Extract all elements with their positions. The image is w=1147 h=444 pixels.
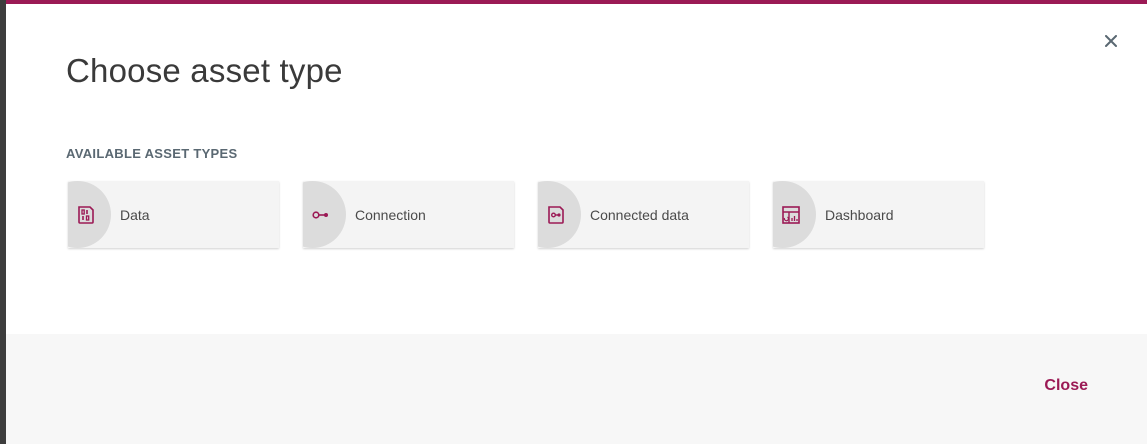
choose-asset-dialog: Choose asset type AVAILABLE ASSET TYPES … bbox=[6, 0, 1147, 444]
dialog-accent-bar bbox=[6, 0, 1147, 4]
connected-data-icon bbox=[545, 204, 566, 225]
dialog-title: Choose asset type bbox=[66, 52, 343, 89]
asset-tile-connection[interactable]: Connection bbox=[303, 181, 514, 248]
close-icon[interactable] bbox=[1101, 31, 1121, 51]
data-icon bbox=[75, 204, 96, 225]
asset-tile-dashboard[interactable]: Dashboard bbox=[773, 181, 984, 248]
asset-tile-label: Connected data bbox=[590, 207, 689, 223]
asset-tile-label: Connection bbox=[355, 207, 426, 223]
asset-type-list: Data Connection Connected data Dashboard bbox=[68, 181, 984, 248]
connection-icon bbox=[310, 204, 331, 225]
asset-tile-data[interactable]: Data bbox=[68, 181, 279, 248]
dialog-footer: Close bbox=[6, 334, 1147, 444]
asset-tile-label: Data bbox=[120, 207, 150, 223]
asset-tile-label: Dashboard bbox=[825, 207, 894, 223]
dashboard-icon bbox=[780, 204, 801, 225]
close-button[interactable]: Close bbox=[1044, 377, 1088, 395]
asset-tile-connected-data[interactable]: Connected data bbox=[538, 181, 749, 248]
section-label: AVAILABLE ASSET TYPES bbox=[66, 146, 238, 161]
